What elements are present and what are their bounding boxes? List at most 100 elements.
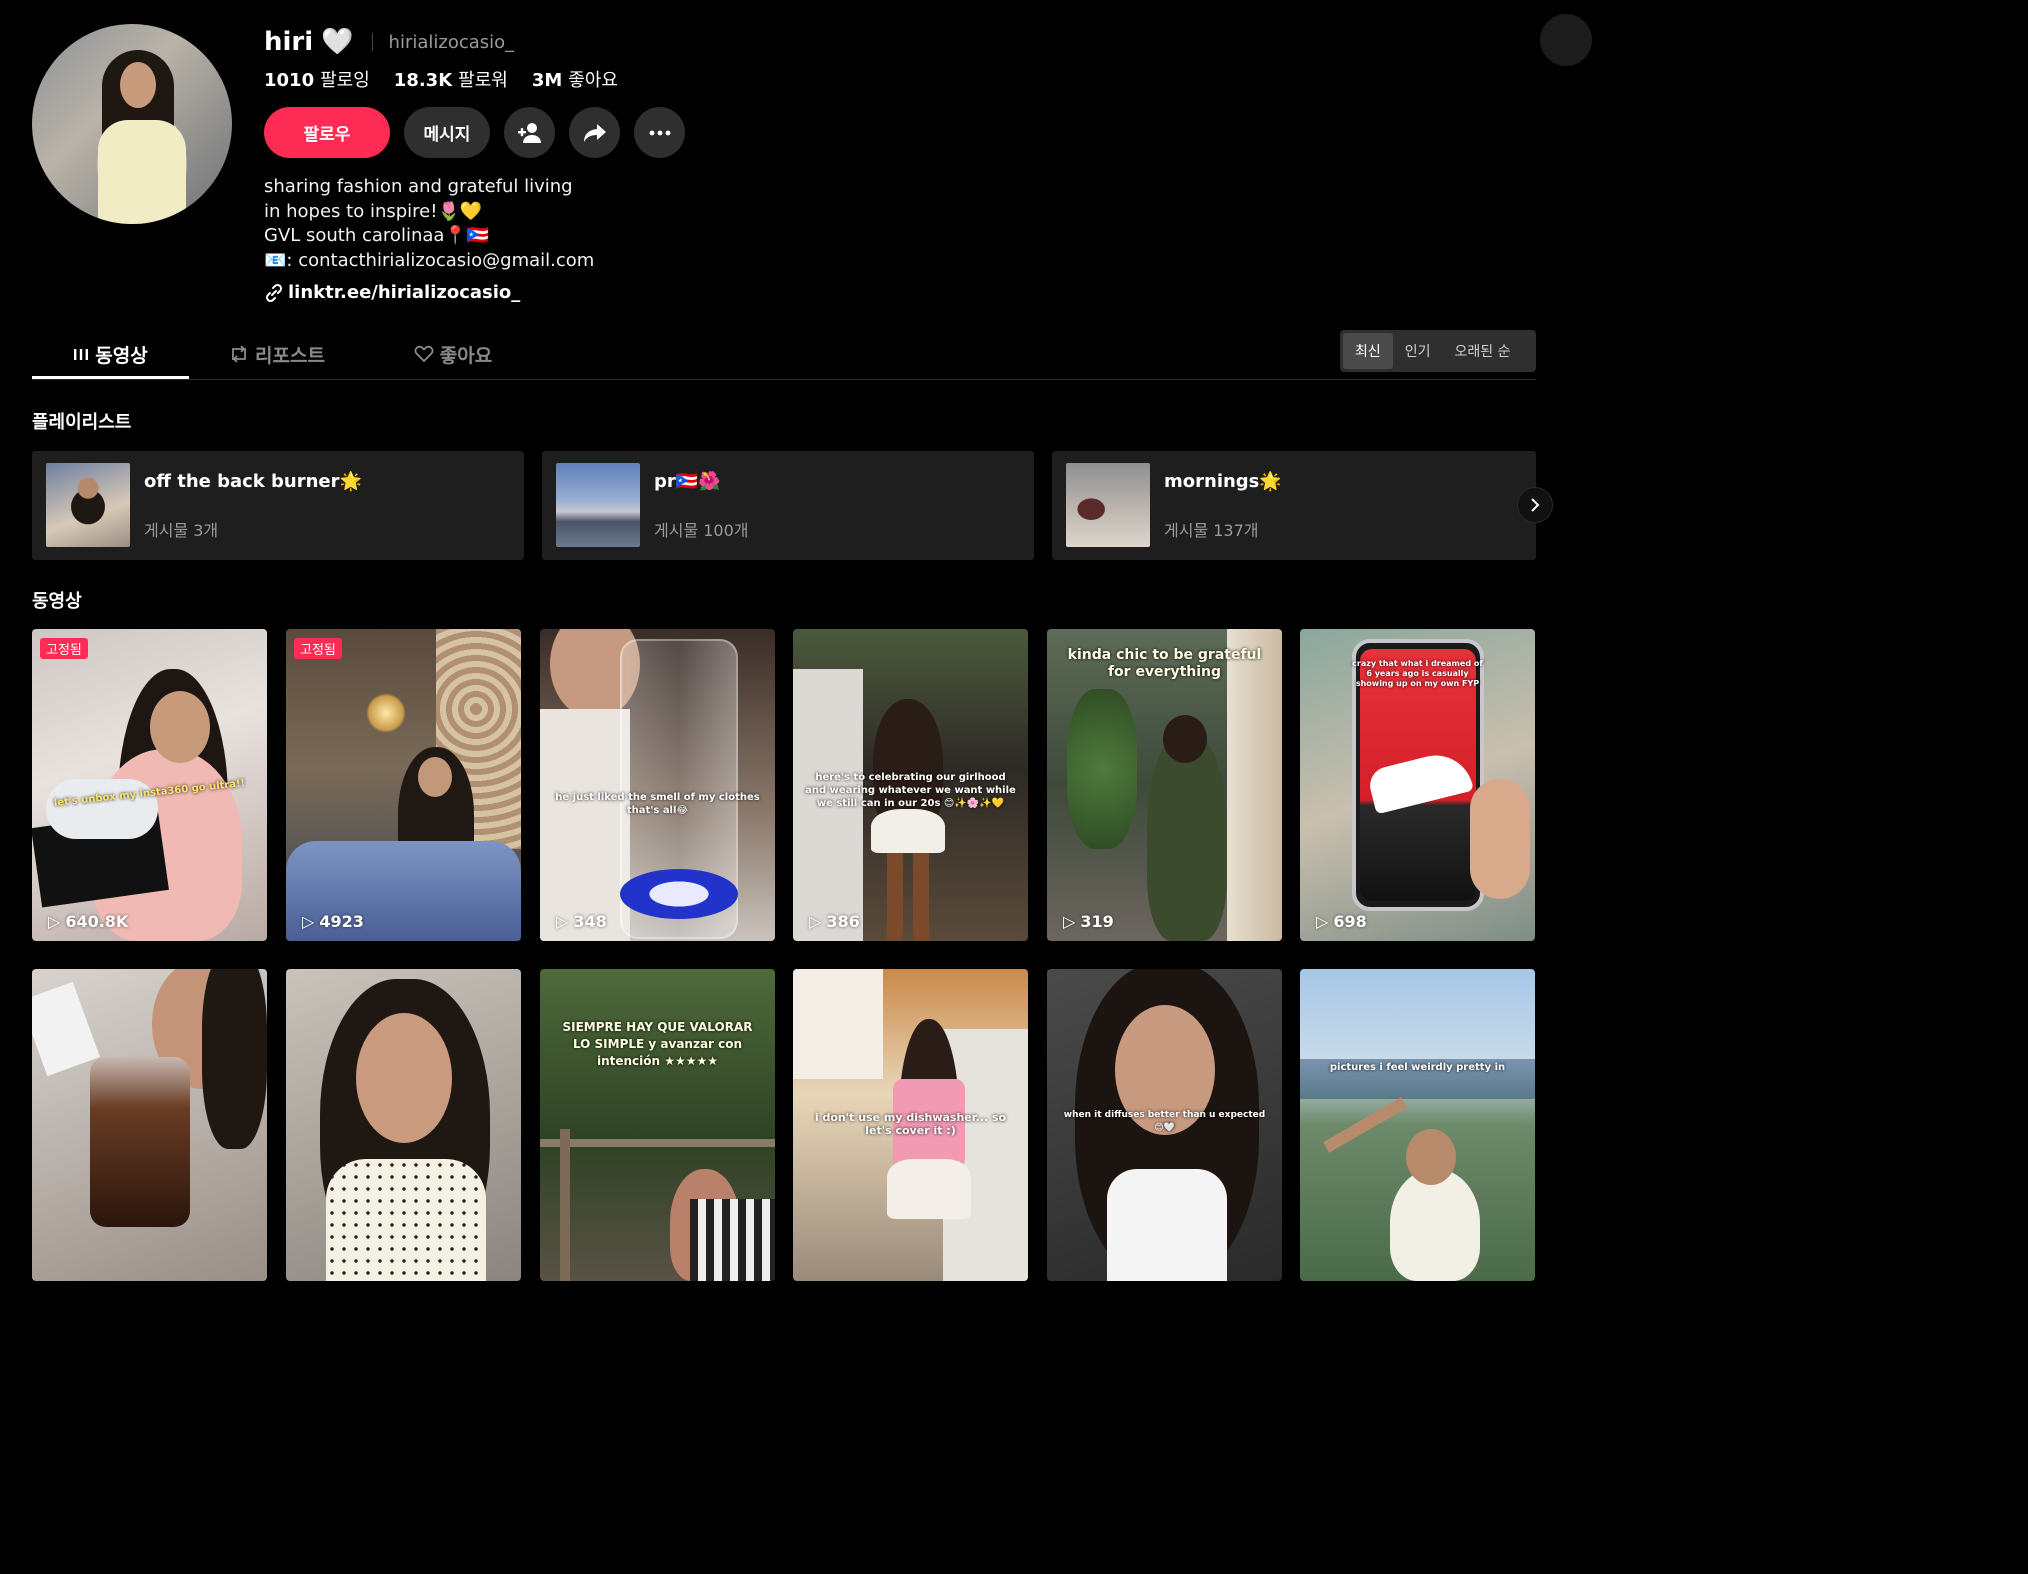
video-jar-base bbox=[620, 869, 738, 919]
video-plant bbox=[1067, 689, 1137, 849]
video-caption: when it diffuses better than u expected … bbox=[1063, 1110, 1266, 1133]
video-shirt bbox=[326, 1159, 486, 1281]
tab-likes[interactable]: 좋아요 bbox=[388, 330, 518, 378]
handle: hirializocasio_ bbox=[388, 31, 515, 53]
link-icon bbox=[265, 283, 283, 302]
video-caption: he just liked the smell of my clothes th… bbox=[555, 792, 760, 816]
stat-following[interactable]: 1010 팔로잉 bbox=[264, 66, 370, 92]
liked-heart-icon bbox=[414, 345, 434, 363]
video-boot bbox=[913, 853, 929, 941]
bio: sharing fashion and grateful living in h… bbox=[264, 175, 594, 273]
play-icon: ▷ bbox=[1063, 912, 1076, 931]
video-hair bbox=[202, 969, 267, 1149]
add-friend-button[interactable] bbox=[504, 107, 555, 158]
video-shirt bbox=[540, 709, 630, 941]
profile-tabs: 동영상 리포스트 좋아요 bbox=[32, 330, 1536, 380]
video-caption: kinda chic to be grateful for everything bbox=[1067, 647, 1262, 680]
corner-button[interactable] bbox=[1540, 14, 1592, 66]
video-card[interactable] bbox=[286, 969, 521, 1281]
video-card[interactable]: SIEMPRE HAY QUE VALORAR LO SIMPLE y avan… bbox=[540, 969, 775, 1281]
more-button[interactable] bbox=[634, 107, 685, 158]
avatar-shirt bbox=[98, 120, 186, 224]
video-head bbox=[1163, 715, 1207, 763]
playlist-title: off the back burner🌟 bbox=[144, 471, 362, 492]
chevron-right-icon bbox=[1531, 498, 1540, 512]
video-face bbox=[356, 1013, 452, 1143]
video-figure bbox=[1390, 1169, 1480, 1281]
message-button[interactable]: 메시지 bbox=[404, 107, 490, 158]
playlists-title: 플레이리스트 bbox=[32, 412, 132, 433]
video-shirt bbox=[1107, 1169, 1227, 1281]
play-icon: ▷ bbox=[1316, 912, 1329, 931]
video-card[interactable]: i don't use my dishwasher... so let's co… bbox=[793, 969, 1028, 1281]
play-icon: ▷ bbox=[302, 912, 315, 931]
pinned-badge: 고정됨 bbox=[294, 638, 342, 659]
bio-line: GVL south carolinaa📍🇵🇷 bbox=[264, 225, 490, 246]
follow-button[interactable]: 팔로우 bbox=[264, 107, 390, 158]
video-cabinet bbox=[793, 969, 883, 1079]
share-icon bbox=[583, 123, 606, 142]
video-arm bbox=[1323, 1097, 1407, 1153]
video-caption: crazy that what i dreamed of 6 years ago… bbox=[1352, 659, 1483, 688]
video-boot bbox=[887, 853, 903, 941]
video-card[interactable] bbox=[32, 969, 267, 1281]
stats: 1010 팔로잉 18.3K 팔로워 3M 좋아요 bbox=[264, 66, 618, 92]
video-skirt bbox=[887, 1159, 971, 1219]
repost-icon bbox=[232, 345, 246, 363]
video-card[interactable]: here's to celebrating our girlhood and w… bbox=[793, 629, 1028, 941]
username: hiri bbox=[264, 27, 314, 57]
view-count: ▷ 348 bbox=[556, 912, 607, 931]
active-tab-indicator bbox=[32, 376, 189, 379]
video-card[interactable]: crazy that what i dreamed of 6 years ago… bbox=[1300, 629, 1535, 941]
heart-icon: 🤍 bbox=[321, 27, 354, 57]
sort-toggle: 최신 인기 오래된 순 bbox=[1340, 330, 1536, 372]
name-row: hiri 🤍 hirializocasio_ bbox=[264, 24, 514, 60]
playlist-next-button[interactable] bbox=[1517, 487, 1553, 523]
play-icon: ▷ bbox=[48, 912, 61, 931]
view-count: ▷ 386 bbox=[809, 912, 860, 931]
view-count: ▷ 4923 bbox=[302, 912, 364, 931]
stat-followers[interactable]: 18.3K 팔로워 bbox=[394, 66, 508, 92]
playlist-count: 게시물 137개 bbox=[1164, 521, 1259, 540]
playlist-card[interactable]: pr🇵🇷🌺 게시물 100개 bbox=[542, 451, 1034, 560]
playlist-title: pr🇵🇷🌺 bbox=[654, 471, 721, 492]
video-skirt bbox=[871, 809, 945, 853]
sort-popular[interactable]: 인기 bbox=[1393, 333, 1443, 369]
video-jar bbox=[90, 1057, 190, 1227]
bio-line: 📧: contacthirializocasio@gmail.com bbox=[264, 249, 595, 271]
play-icon: ▷ bbox=[809, 912, 822, 931]
tab-reposts[interactable]: 리포스트 bbox=[212, 330, 342, 378]
view-count: ▷ 698 bbox=[1316, 912, 1367, 931]
sort-latest[interactable]: 최신 bbox=[1343, 333, 1393, 369]
sort-oldest[interactable]: 오래된 순 bbox=[1443, 333, 1523, 369]
view-count: ▷ 640.8K bbox=[48, 912, 129, 931]
videos-title: 동영상 bbox=[32, 591, 82, 612]
bio-line: sharing fashion and grateful living bbox=[264, 176, 573, 197]
grid-icon bbox=[74, 349, 89, 360]
add-user-icon bbox=[517, 122, 541, 143]
video-caption: here's to celebrating our girlhood and w… bbox=[805, 772, 1016, 809]
playlist-card[interactable]: off the back burner🌟 게시물 3개 bbox=[32, 451, 524, 560]
video-card[interactable]: when it diffuses better than u expected … bbox=[1047, 969, 1282, 1281]
bio-line: in hopes to inspire!🌷💛 bbox=[264, 200, 483, 222]
video-card[interactable]: 고정됨 let's unbox my insta360 go ultra!! ▷… bbox=[32, 629, 267, 941]
share-button[interactable] bbox=[569, 107, 620, 158]
bio-link[interactable]: linktr.ee/hirializocasio_ bbox=[264, 282, 520, 303]
tab-videos[interactable]: 동영상 bbox=[32, 330, 189, 378]
video-card[interactable]: he just liked the smell of my clothes th… bbox=[540, 629, 775, 941]
link-text: linktr.ee/hirializocasio_ bbox=[288, 282, 521, 303]
playlist-card[interactable]: mornings🌟 게시물 137개 bbox=[1052, 451, 1536, 560]
video-post bbox=[560, 1129, 570, 1281]
playlist-count: 게시물 100개 bbox=[654, 521, 749, 540]
profile-page: hiri 🤍 hirializocasio_ 1010 팔로잉 18.3K 팔로워 … bbox=[0, 0, 1592, 1281]
video-hand bbox=[1470, 779, 1530, 899]
video-card[interactable]: 고정됨 ▷ 4923 bbox=[286, 629, 521, 941]
playlist-count: 게시물 3개 bbox=[144, 521, 219, 540]
avatar[interactable] bbox=[32, 24, 232, 224]
video-card[interactable]: pictures i feel weirdly pretty in bbox=[1300, 969, 1535, 1281]
playlist-thumbnail bbox=[1066, 463, 1150, 547]
stat-likes: 3M 좋아요 bbox=[531, 70, 618, 91]
video-card[interactable]: kinda chic to be grateful for everything… bbox=[1047, 629, 1282, 941]
pinned-badge: 고정됨 bbox=[40, 638, 88, 659]
video-chair bbox=[690, 1199, 775, 1281]
